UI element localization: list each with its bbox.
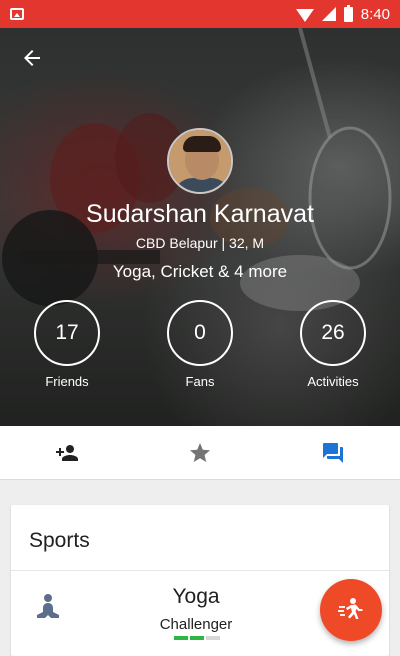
status-icons: 8:40 [295, 4, 390, 23]
activities-stat[interactable]: 26 Activities [299, 300, 367, 389]
status-bar: 8:40 [0, 0, 400, 28]
sport-name[interactable]: Yoga [131, 585, 261, 609]
tab-messages[interactable] [267, 426, 400, 479]
avatar[interactable] [167, 128, 233, 194]
image-icon [10, 8, 24, 20]
activities-label: Activities [307, 374, 359, 389]
activity-fab-button[interactable] [320, 579, 382, 641]
level-segment [206, 636, 220, 640]
sport-level: Challenger [159, 616, 233, 633]
tab-favorites[interactable] [133, 426, 266, 479]
running-person-icon [338, 598, 363, 619]
profile-name: Sudarshan Karnavat [86, 200, 314, 228]
level-segment [174, 636, 188, 640]
level-segment [190, 636, 204, 640]
battery-icon [343, 4, 353, 22]
tab-add-friend[interactable] [0, 426, 133, 479]
yoga-icon [37, 594, 59, 618]
profile-interests[interactable]: Yoga, Cricket & 4 more [0, 262, 400, 282]
star-icon [189, 442, 210, 462]
fans-stat[interactable]: 0 Fans [166, 300, 234, 389]
friends-stat[interactable]: 17 Friends [33, 300, 101, 389]
wifi-icon [295, 8, 314, 22]
activities-count: 26 [300, 300, 366, 366]
friends-label: Friends [45, 374, 89, 389]
fans-label: Fans [185, 374, 215, 389]
chat-icon [323, 442, 344, 463]
fans-count: 0 [167, 300, 233, 366]
sports-card-title: Sports [29, 529, 90, 552]
add-friend-icon [55, 444, 78, 461]
profile-location: CBD Belapur | 32, M [135, 235, 265, 251]
back-arrow-icon[interactable] [20, 46, 44, 70]
level-progress-bar [174, 636, 220, 640]
friends-count: 17 [34, 300, 100, 366]
status-time: 8:40 [360, 5, 390, 23]
divider [11, 570, 389, 571]
signal-icon [321, 7, 336, 21]
profile-header: Sudarshan Karnavat CBD Belapur | 32, M Y… [0, 28, 400, 426]
profile-tab-bar [0, 426, 400, 480]
